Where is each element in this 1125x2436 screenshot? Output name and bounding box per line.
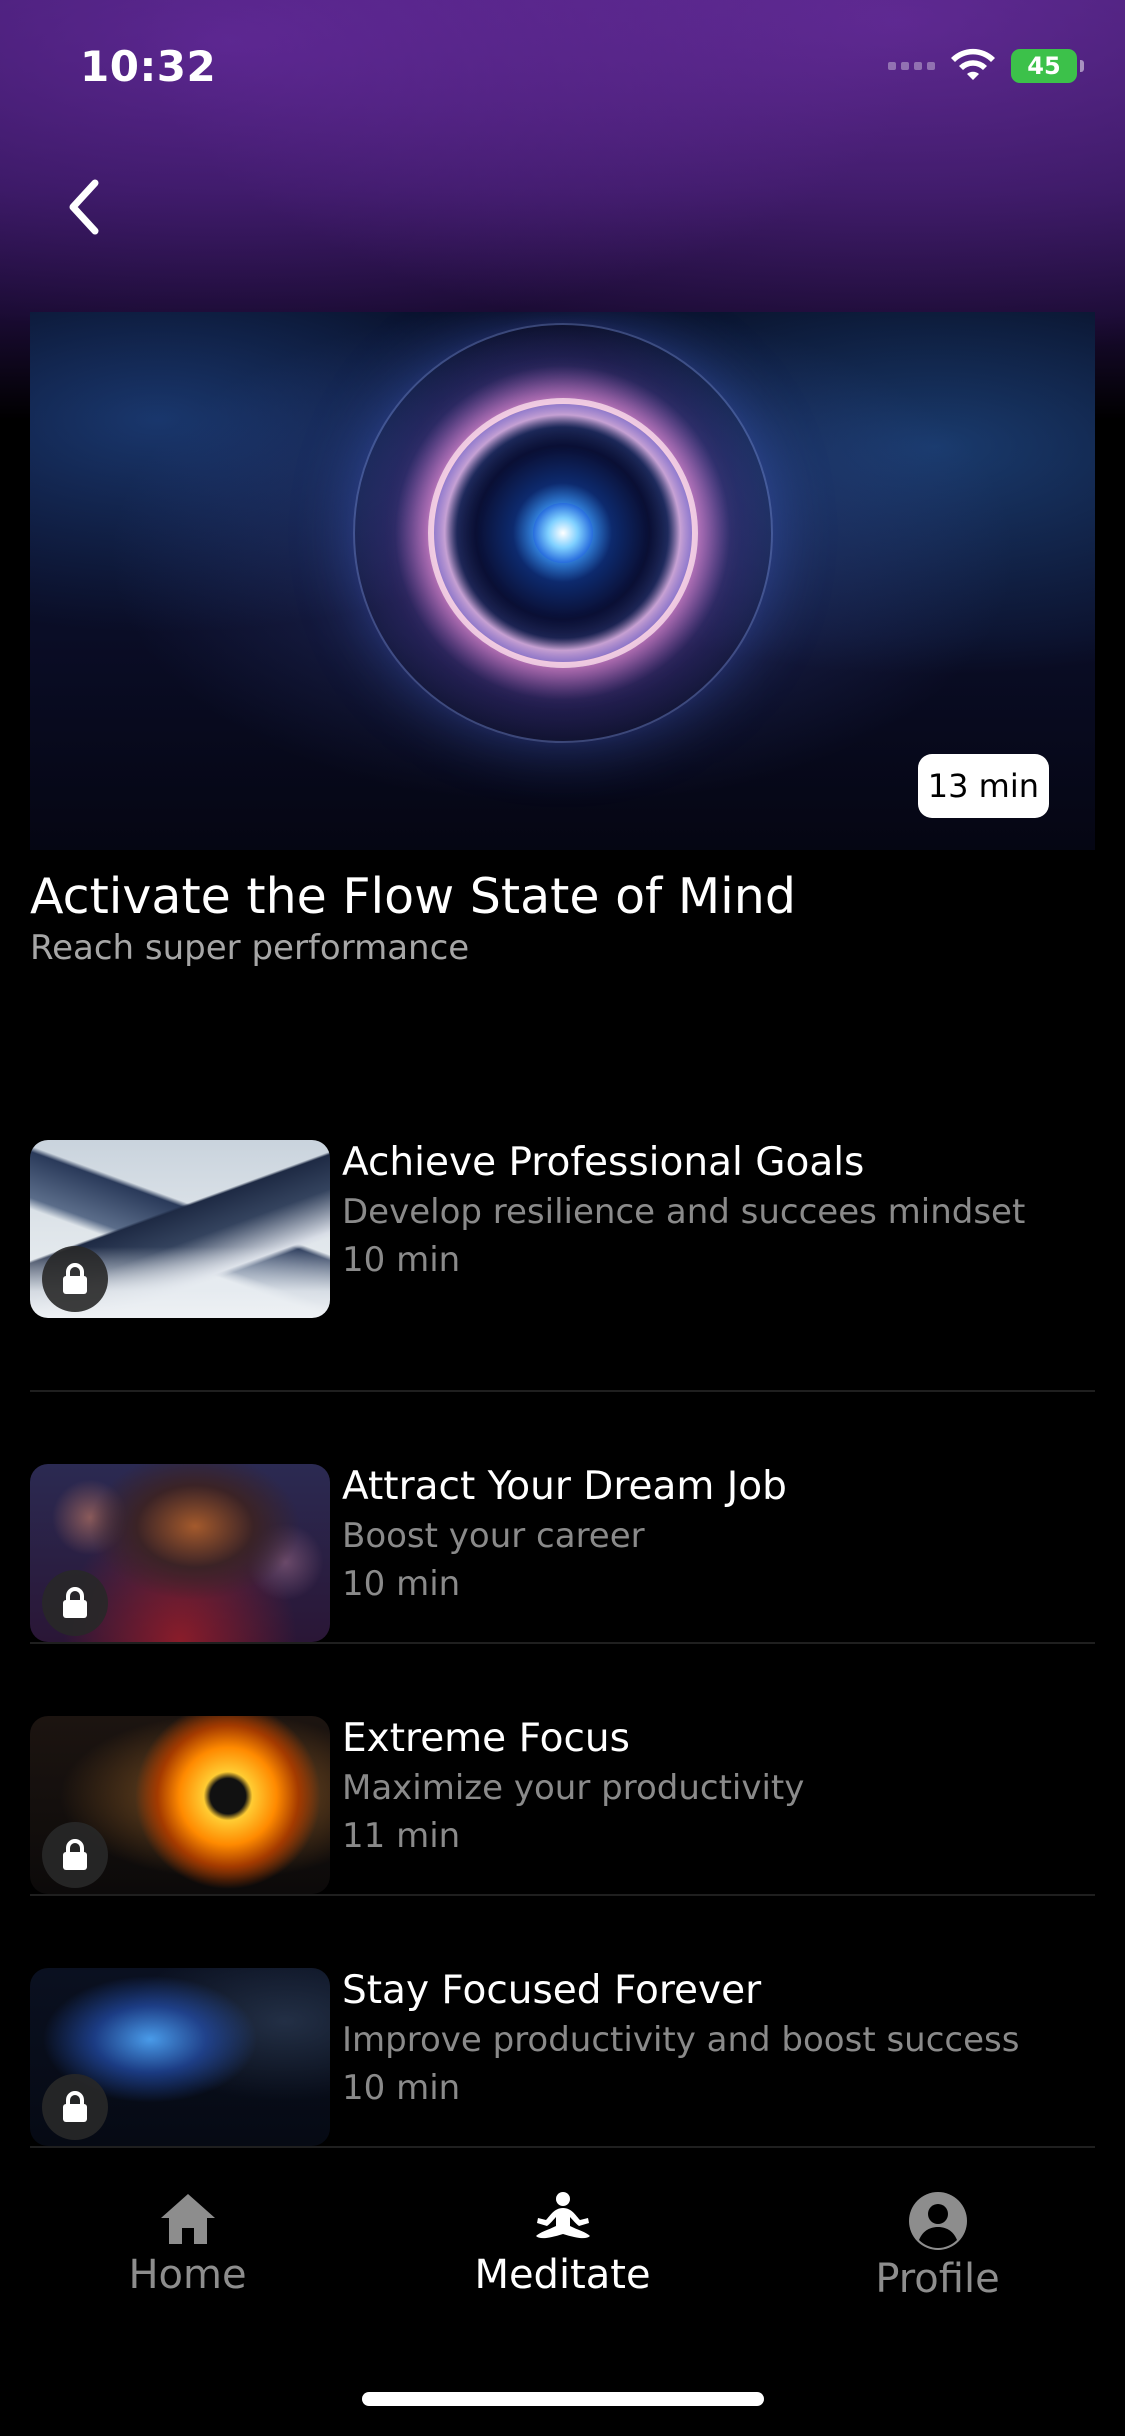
bottom-tab-bar: Home Meditate Profile — [0, 2176, 1125, 2356]
item-title: Stay Focused Forever — [342, 1968, 762, 2013]
hero-duration-badge: 13 min — [917, 754, 1049, 818]
tab-label: Home — [128, 2252, 247, 2298]
screen: 10:32 45 13 min Activate the Flow State … — [0, 0, 1125, 2436]
item-duration: 10 min — [342, 2068, 461, 2108]
list-item[interactable]: Attract Your Dream Job Boost your career… — [30, 1392, 1095, 1644]
item-title: Extreme Focus — [342, 1716, 630, 1761]
list-item[interactable]: Stay Focused Forever Improve productivit… — [30, 1896, 1095, 2148]
tab-profile[interactable]: Profile — [750, 2176, 1125, 2356]
item-title: Achieve Professional Goals — [342, 1140, 865, 1185]
tab-home[interactable]: Home — [0, 2176, 375, 2356]
item-thumbnail — [30, 1140, 330, 1318]
meditate-icon — [535, 2192, 590, 2239]
wifi-icon — [951, 48, 995, 80]
status-indicators: 45 — [888, 48, 1084, 84]
list-item[interactable]: Achieve Professional Goals Develop resil… — [30, 1140, 1095, 1392]
lock-icon — [42, 2074, 108, 2140]
item-subtitle: Boost your career — [342, 1516, 645, 1556]
item-subtitle: Improve productivity and boost success — [342, 2020, 1020, 2060]
item-thumbnail — [30, 1464, 330, 1642]
lock-icon — [42, 1570, 108, 1636]
item-thumbnail — [30, 1968, 330, 2146]
list-item[interactable]: Extreme Focus Maximize your productivity… — [30, 1644, 1095, 1896]
chevron-left-icon — [69, 179, 99, 235]
tab-label: Meditate — [474, 2252, 651, 2298]
lock-icon — [42, 1822, 108, 1888]
hero-image[interactable]: 13 min — [30, 312, 1095, 850]
back-button[interactable] — [56, 172, 110, 242]
item-duration: 10 min — [342, 1564, 461, 1604]
cellular-signal-icon — [888, 62, 935, 70]
hero-title: Activate the Flow State of Mind — [30, 868, 796, 925]
home-icon — [160, 2194, 215, 2244]
lock-icon — [42, 1246, 108, 1312]
battery-icon: 45 — [1011, 49, 1084, 83]
hero-subtitle: Reach super performance — [30, 928, 470, 968]
item-duration: 10 min — [342, 1240, 461, 1280]
item-subtitle: Maximize your productivity — [342, 1768, 805, 1808]
tab-meditate[interactable]: Meditate — [375, 2176, 750, 2356]
item-subtitle: Develop resilience and succees mindset — [342, 1192, 1026, 1232]
meditation-list: Achieve Professional Goals Develop resil… — [30, 1140, 1095, 2148]
item-title: Attract Your Dream Job — [342, 1464, 787, 1509]
item-duration: 11 min — [342, 1816, 461, 1856]
tab-label: Profile — [875, 2256, 1000, 2302]
status-time: 10:32 — [80, 42, 217, 91]
home-indicator — [362, 2392, 764, 2406]
item-thumbnail — [30, 1716, 330, 1894]
battery-level: 45 — [1027, 52, 1061, 80]
profile-icon — [908, 2192, 967, 2250]
